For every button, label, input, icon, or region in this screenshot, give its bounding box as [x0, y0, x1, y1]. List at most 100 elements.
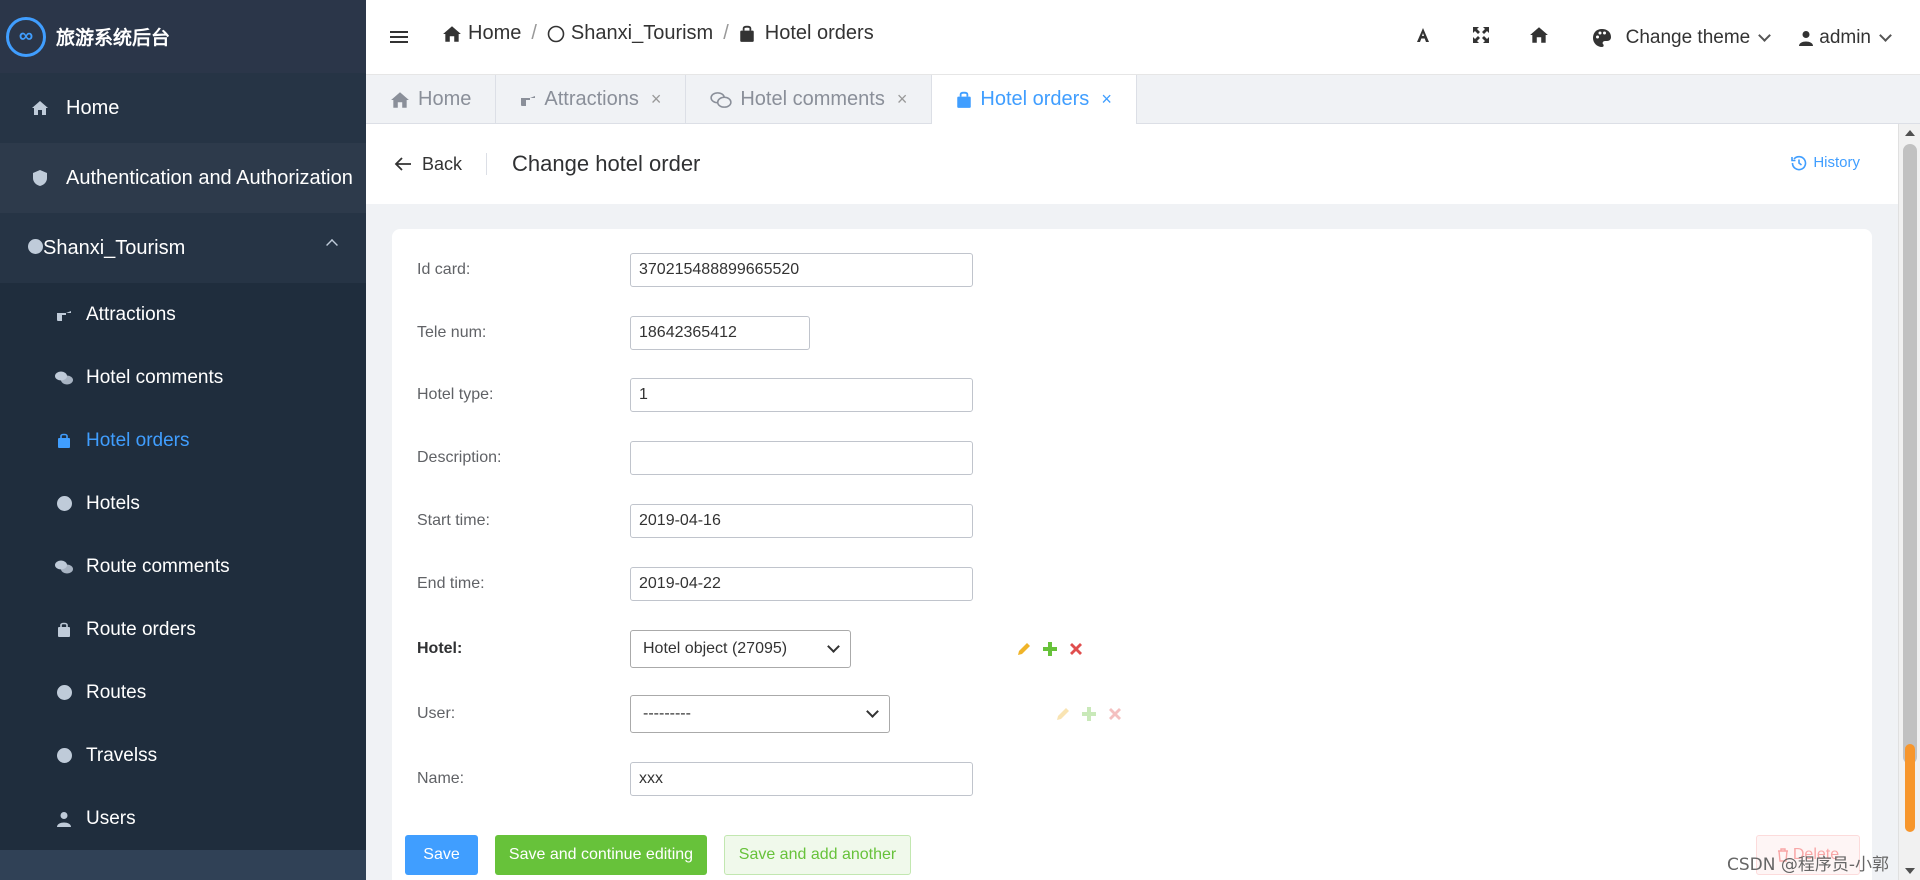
- home-icon: [1529, 26, 1549, 49]
- circle-icon: [54, 748, 74, 763]
- edit-pencil-icon[interactable]: [1016, 641, 1032, 657]
- close-icon[interactable]: ×: [897, 89, 908, 110]
- sidebar-item-label: Home: [66, 96, 120, 119]
- end-time-input[interactable]: 2019-04-22: [630, 567, 973, 601]
- circle-icon: [54, 496, 74, 511]
- scroll-up-arrow-icon[interactable]: [1905, 130, 1915, 136]
- end-time-label: End time:: [417, 575, 485, 592]
- font-icon: [1414, 26, 1432, 49]
- sidebar-submenu: Attractions Hotel comments Hotel orders …: [0, 283, 366, 850]
- tab-hotel-orders[interactable]: Hotel orders ×: [932, 75, 1137, 124]
- tele-num-input[interactable]: 18642365412: [630, 316, 810, 350]
- sidebar-item-home[interactable]: Home: [0, 73, 366, 143]
- sidebar-item-hotel-orders[interactable]: Hotel orders: [0, 409, 366, 472]
- home-icon: [390, 91, 410, 109]
- chevron-up-icon: [326, 239, 338, 251]
- delete-x-icon[interactable]: [1068, 641, 1084, 657]
- tab-label: Hotel comments: [740, 88, 885, 110]
- header-actions: Change theme admin: [1394, 0, 1920, 75]
- change-theme-dropdown[interactable]: Change theme: [1568, 27, 1800, 49]
- name-input[interactable]: xxx: [630, 762, 973, 796]
- add-plus-icon[interactable]: [1042, 641, 1058, 657]
- id-card-input[interactable]: 370215488899665520: [630, 253, 973, 287]
- user-dropdown[interactable]: admin: [1799, 27, 1920, 49]
- hamburger-menu-icon[interactable]: [390, 24, 408, 52]
- scrollbar-thumb[interactable]: [1903, 144, 1917, 764]
- arrow-left-icon: [394, 156, 412, 172]
- hotel-select-value: Hotel object (27095): [643, 640, 788, 657]
- scroll-indicator: [1905, 744, 1915, 832]
- back-label: Back: [422, 153, 463, 174]
- fullscreen-button[interactable]: [1452, 0, 1510, 75]
- chevron-down-icon: [827, 640, 840, 653]
- shopping-bag-icon: [54, 433, 74, 449]
- sidebar-group-label: Shanxi_Tourism: [43, 236, 186, 259]
- sidebar-item-route-comments[interactable]: Route comments: [0, 535, 366, 598]
- sidebar-group-shanxi-tourism[interactable]: Shanxi_Tourism: [0, 213, 366, 283]
- add-plus-icon[interactable]: [1081, 706, 1097, 722]
- sidebar-item-routes[interactable]: Routes: [0, 661, 366, 724]
- history-button[interactable]: History: [1791, 154, 1860, 171]
- page-title: Change hotel order: [512, 151, 701, 176]
- home-button[interactable]: [1510, 0, 1568, 75]
- start-time-input[interactable]: 2019-04-16: [630, 504, 973, 538]
- edit-pencil-icon: [1055, 706, 1071, 722]
- form-card: Id card: 370215488899665520 Tele num: 18…: [392, 229, 1872, 880]
- palette-icon: [1592, 28, 1612, 48]
- description-label: Description:: [417, 449, 502, 466]
- hotel-select[interactable]: Hotel object (27095): [630, 630, 851, 668]
- breadcrumb-shanxi-tourism[interactable]: Shanxi_Tourism: [571, 22, 713, 45]
- circle-icon: [54, 685, 74, 700]
- scroll-down-arrow-icon[interactable]: [1905, 868, 1915, 874]
- sidebar: ∞ 旅游系统后台 Home Authentication and Authori…: [0, 0, 366, 880]
- sidebar-item-hotel-comments[interactable]: Hotel comments: [0, 346, 366, 409]
- close-icon[interactable]: ×: [651, 89, 662, 110]
- fullscreen-icon: [1472, 26, 1490, 49]
- sidebar-item-attractions[interactable]: Attractions: [0, 283, 366, 346]
- save-button[interactable]: Save: [405, 835, 478, 875]
- logo[interactable]: ∞ 旅游系统后台: [0, 0, 366, 73]
- sidebar-item-travelss[interactable]: Travelss: [0, 724, 366, 787]
- sidebar-item-label: Users: [86, 807, 136, 829]
- user-label: User:: [417, 705, 456, 722]
- user-name: admin: [1819, 26, 1871, 48]
- home-icon: [28, 100, 52, 116]
- name-label: Name:: [417, 770, 465, 787]
- chevron-down-icon: [1758, 28, 1772, 42]
- tab-hotel-comments[interactable]: Hotel comments ×: [686, 75, 933, 124]
- vertical-scrollbar[interactable]: [1898, 124, 1920, 880]
- sidebar-item-label: Attractions: [86, 303, 176, 325]
- sidebar-item-users[interactable]: Users: [0, 787, 366, 850]
- close-icon[interactable]: ×: [1101, 89, 1112, 110]
- shopping-bag-icon: [54, 622, 74, 638]
- back-button[interactable]: Back: [394, 153, 488, 175]
- tab-label: Home: [418, 88, 472, 110]
- breadcrumb-hotel-orders: Hotel orders: [764, 22, 874, 44]
- circle-icon: [28, 237, 43, 260]
- save-and-add-another-button[interactable]: Save and add another: [724, 835, 911, 875]
- id-card-label: Id card:: [417, 261, 471, 278]
- sidebar-item-hotels[interactable]: Hotels: [0, 472, 366, 535]
- breadcrumb-separator: /: [531, 22, 537, 44]
- sidebar-item-auth[interactable]: Authentication and Authorization: [0, 143, 366, 213]
- font-size-button[interactable]: [1394, 0, 1452, 75]
- sidebar-item-label: Route comments: [86, 555, 230, 577]
- tab-home[interactable]: Home: [366, 75, 497, 124]
- tab-attractions[interactable]: Attractions ×: [496, 75, 687, 124]
- watermark-text: CSDN @程序员-小郭: [1727, 855, 1890, 875]
- tab-label: Attractions: [544, 88, 639, 110]
- sidebar-item-route-orders[interactable]: Route orders: [0, 598, 366, 661]
- save-and-continue-button[interactable]: Save and continue editing: [495, 835, 707, 875]
- delete-x-icon: [1107, 706, 1123, 722]
- sidebar-item-label: Hotel comments: [86, 366, 224, 388]
- chevron-down-icon: [866, 705, 879, 718]
- tab-label: Hotel orders: [980, 88, 1090, 110]
- sidebar-item-label: Travelss: [86, 744, 158, 766]
- breadcrumb-home[interactable]: Home: [468, 22, 521, 45]
- chevron-down-icon: [1879, 28, 1892, 42]
- user-select-value: ---------: [643, 705, 691, 722]
- hotel-type-input[interactable]: 1: [630, 378, 973, 412]
- description-input[interactable]: [630, 441, 973, 475]
- sidebar-item-label: Hotel orders: [86, 429, 190, 451]
- user-select[interactable]: ---------: [630, 695, 890, 733]
